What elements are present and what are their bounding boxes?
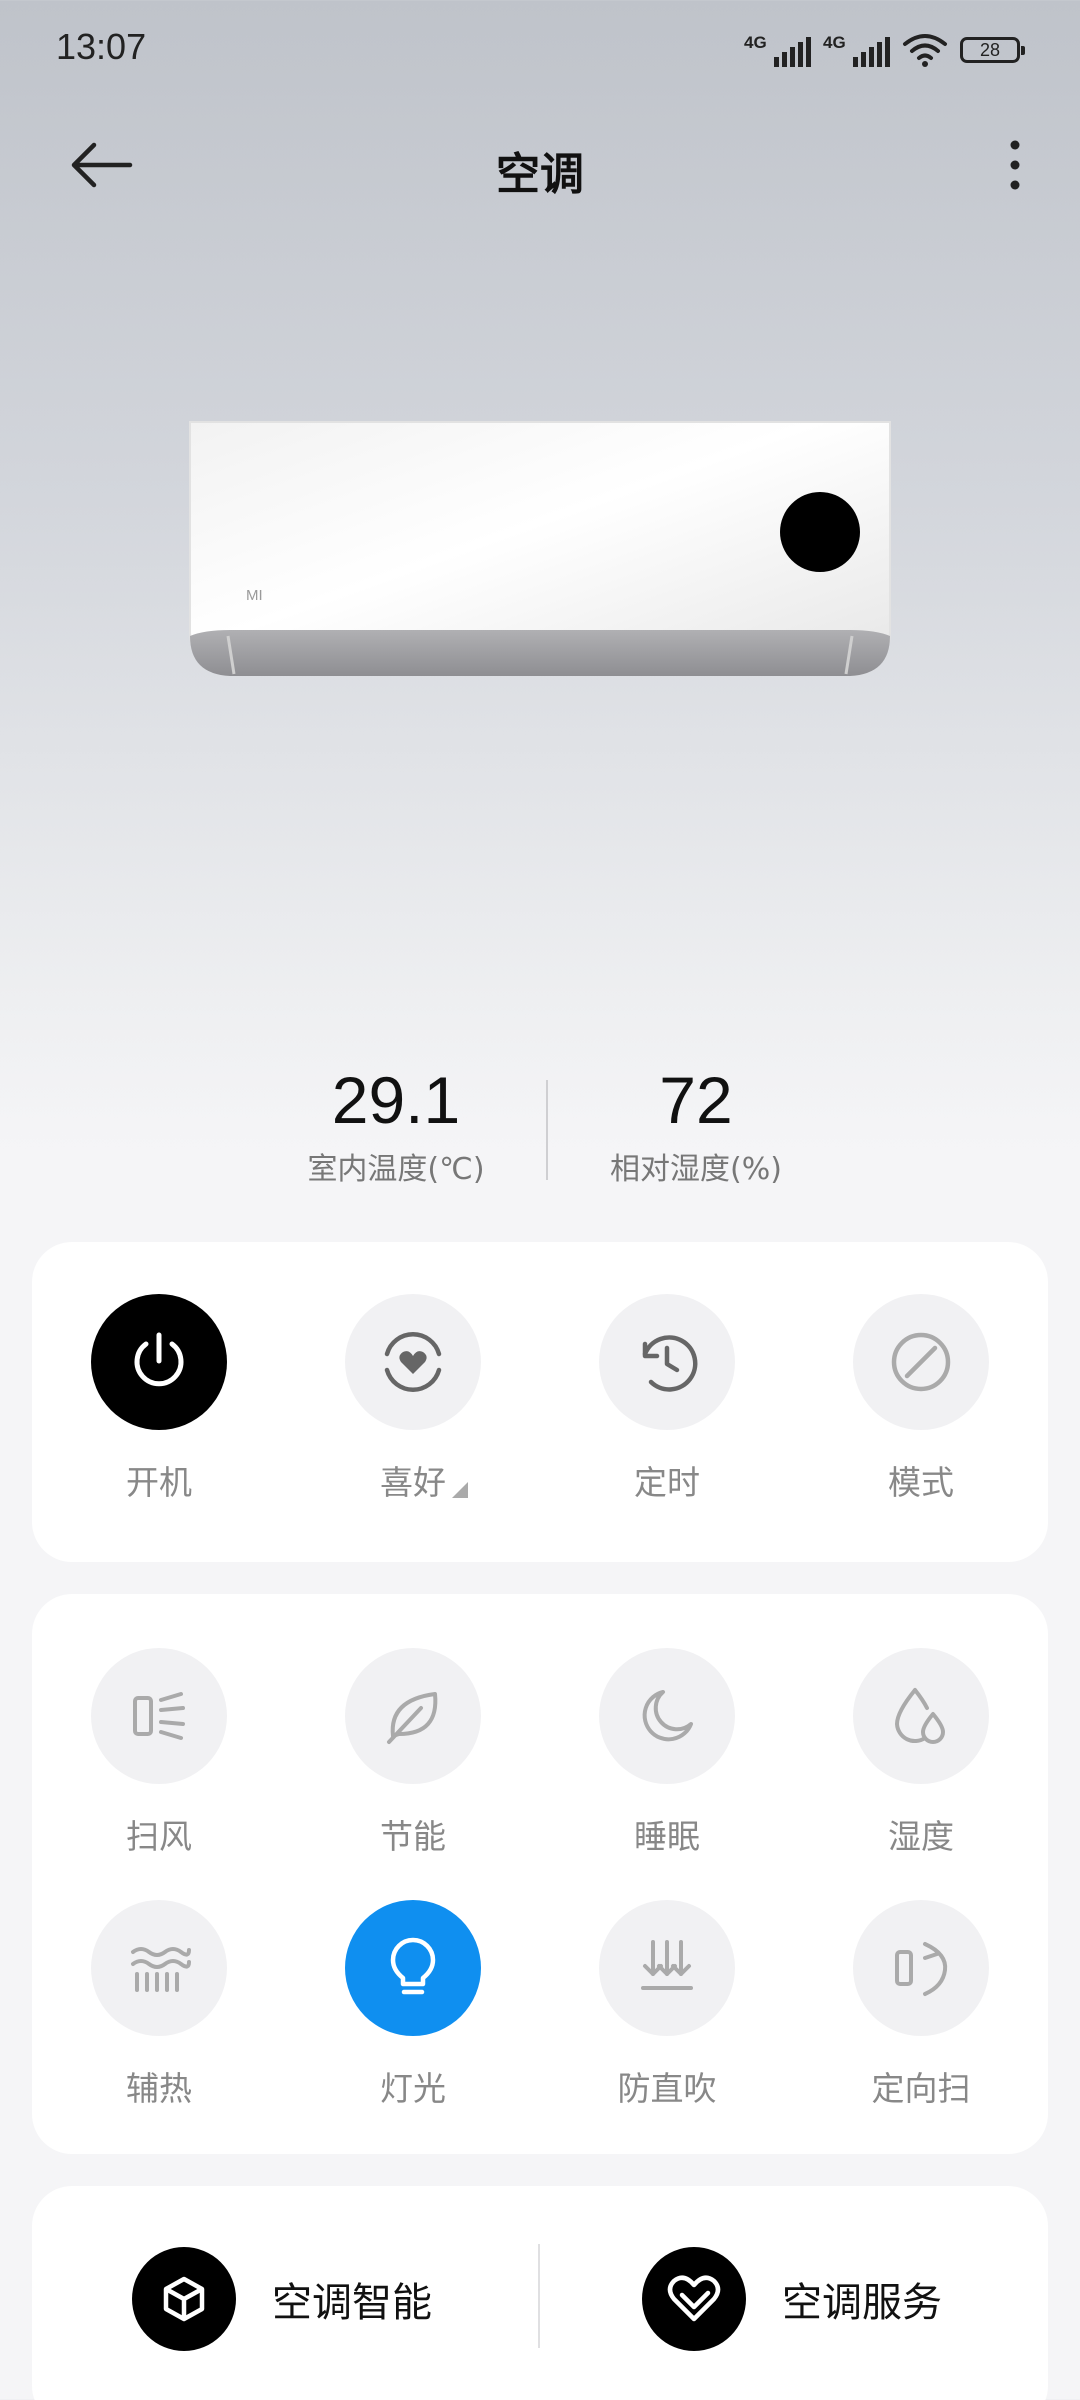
leaf-icon bbox=[387, 1692, 438, 1744]
aux-heat-button[interactable]: 辅热 bbox=[59, 1900, 259, 2110]
signal-icon: 4G bbox=[823, 33, 890, 67]
ac-service-button[interactable]: 空调服务 bbox=[642, 2244, 942, 2354]
services-card: 空调智能 空调服务 bbox=[32, 2186, 1048, 2400]
power-button-circle bbox=[91, 1294, 227, 1430]
network-type-label: 4G bbox=[823, 33, 846, 52]
battery-icon: 28 bbox=[960, 37, 1025, 63]
energy-saving-label: 节能 bbox=[380, 1817, 446, 1856]
more-vertical-icon bbox=[1010, 140, 1020, 190]
signal-icon: 4G bbox=[744, 33, 811, 67]
ac-smart-button[interactable]: 空调智能 bbox=[132, 2244, 432, 2354]
anti-direct-blow-button[interactable]: 防直吹 bbox=[567, 1900, 767, 2110]
sleep-button-circle bbox=[599, 1648, 735, 1784]
ac-service-label: 空调服务 bbox=[782, 2280, 942, 2326]
light-button-circle bbox=[345, 1900, 481, 2036]
page-title: 空调 bbox=[496, 149, 584, 200]
mode-icon bbox=[891, 1332, 951, 1392]
anti-direct-blow-icon bbox=[641, 1940, 693, 1990]
dropdown-corner-icon bbox=[452, 1482, 468, 1498]
power-icon bbox=[134, 1332, 184, 1387]
anti-direct-blow-button-circle bbox=[599, 1900, 735, 2036]
top-bar: 空调 bbox=[0, 110, 1080, 220]
mode-button-circle bbox=[853, 1294, 989, 1430]
timer-button[interactable]: 定时 bbox=[567, 1294, 767, 1504]
favorite-button[interactable]: 喜好 bbox=[313, 1294, 513, 1504]
ac-service-badge bbox=[642, 2247, 746, 2351]
humidity-control-label: 湿度 bbox=[888, 1817, 954, 1856]
swing-icon bbox=[133, 1692, 185, 1740]
lightbulb-icon bbox=[390, 1937, 436, 1995]
status-icons: 4G 4G 28 bbox=[744, 28, 1025, 72]
swing-button-circle bbox=[91, 1648, 227, 1784]
status-bar: 13:07 4G 4G 28 bbox=[0, 0, 1080, 100]
services-divider bbox=[538, 2244, 540, 2348]
directional-swing-icon bbox=[895, 1942, 948, 1996]
sleep-label: 睡眠 bbox=[634, 1817, 700, 1856]
aux-heat-icon bbox=[131, 1947, 191, 1992]
primary-controls-card: 开机 喜好 定时 模式 bbox=[32, 1242, 1048, 1562]
humidity-reading: 72 相对湿度(%) bbox=[546, 1060, 846, 1188]
air-conditioner-image: MI bbox=[189, 421, 891, 676]
brand-logo: MI bbox=[246, 587, 263, 604]
directional-swing-button[interactable]: 定向扫 bbox=[821, 1900, 1021, 2110]
network-type-label: 4G bbox=[744, 33, 767, 52]
energy-saving-button[interactable]: 节能 bbox=[313, 1648, 513, 1858]
favorite-icon bbox=[384, 1332, 442, 1392]
humidity-icon bbox=[894, 1688, 945, 1744]
anti-direct-blow-label: 防直吹 bbox=[617, 2069, 717, 2108]
humidity-label: 相对湿度(%) bbox=[610, 1152, 782, 1187]
heart-service-icon bbox=[667, 2275, 721, 2322]
timer-icon bbox=[642, 1335, 698, 1392]
directional-swing-button-circle bbox=[853, 1900, 989, 2036]
favorite-button-circle bbox=[345, 1294, 481, 1430]
favorite-label: 喜好 bbox=[380, 1456, 468, 1504]
swing-button[interactable]: 扫风 bbox=[59, 1648, 259, 1858]
timer-button-circle bbox=[599, 1294, 735, 1430]
humidity-button[interactable]: 湿度 bbox=[821, 1648, 1021, 1858]
timer-label: 定时 bbox=[634, 1463, 700, 1502]
cube-icon bbox=[163, 2276, 205, 2322]
wifi-icon bbox=[903, 34, 947, 67]
sleep-button[interactable]: 睡眠 bbox=[567, 1648, 767, 1858]
temperature-label: 室内温度(℃) bbox=[307, 1152, 485, 1187]
humidity-value: 72 bbox=[659, 1063, 733, 1137]
status-time: 13:07 bbox=[56, 26, 147, 67]
mode-button[interactable]: 模式 bbox=[821, 1294, 1021, 1504]
ac-smart-badge bbox=[132, 2247, 236, 2351]
temperature-value: 29.1 bbox=[331, 1063, 461, 1137]
power-label: 开机 bbox=[126, 1463, 192, 1502]
humidity-button-circle bbox=[853, 1648, 989, 1784]
temperature-reading: 29.1 室内温度(℃) bbox=[246, 1060, 546, 1188]
energy-saving-button-circle bbox=[345, 1648, 481, 1784]
ac-smart-label: 空调智能 bbox=[272, 2280, 432, 2326]
more-options-button[interactable] bbox=[990, 130, 1040, 200]
sensor-readings: 29.1 室内温度(℃) 72 相对湿度(%) bbox=[0, 1060, 1080, 1200]
directional-swing-label: 定向扫 bbox=[871, 2069, 971, 2108]
light-button[interactable]: 灯光 bbox=[313, 1900, 513, 2110]
aux-heat-label: 辅热 bbox=[126, 2069, 192, 2108]
feature-controls-card: 扫风 节能 睡眠 湿度 辅热 灯光 防直吹 定向扫 bbox=[32, 1594, 1048, 2154]
light-label: 灯光 bbox=[380, 2069, 446, 2108]
swing-label: 扫风 bbox=[126, 1817, 192, 1856]
aux-heat-button-circle bbox=[91, 1900, 227, 2036]
mode-label: 模式 bbox=[888, 1463, 954, 1502]
moon-icon bbox=[642, 1690, 693, 1742]
power-button[interactable]: 开机 bbox=[59, 1294, 259, 1504]
